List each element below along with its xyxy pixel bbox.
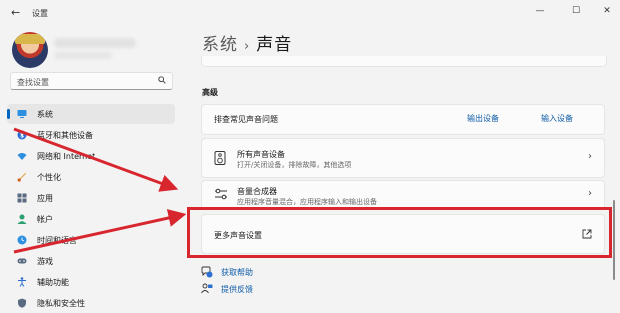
sidebar-item-label: 应用 <box>37 194 53 203</box>
accessibility-icon <box>18 277 26 287</box>
get-help-label: 获取帮助 <box>221 268 253 277</box>
accounts-icon <box>17 214 27 224</box>
chevron-right-icon: › <box>588 151 592 162</box>
volume-mixer-icon <box>215 188 227 200</box>
back-arrow-icon[interactable]: ← <box>11 6 20 19</box>
personalization-icon <box>17 172 27 182</box>
sidebar-item-label: 蓝牙和其他设备 <box>37 131 93 140</box>
close-button[interactable]: ✕ <box>594 4 620 18</box>
all-sound-devices-card[interactable]: 所有声音设备 打开/关闭设备，排除故障，其他选项 › <box>201 138 605 178</box>
breadcrumb-separator: › <box>244 39 251 54</box>
maximize-button[interactable]: ☐ <box>563 4 589 18</box>
chevron-right-icon: › <box>588 188 592 199</box>
sidebar-item-system[interactable]: 系统 <box>7 104 175 124</box>
search-input[interactable]: 查找设置 <box>10 72 173 90</box>
sidebar-item-label: 个性化 <box>37 173 61 182</box>
sidebar-item-apps[interactable]: 应用 <box>7 188 175 208</box>
user-email-redacted <box>54 52 112 59</box>
search-placeholder: 查找设置 <box>17 78 49 87</box>
sidebar-item-label: 系统 <box>37 110 53 119</box>
volume-mixer-title: 音量合成器 <box>237 187 277 196</box>
sidebar-item-label: 隐私和安全性 <box>37 299 85 308</box>
all-sound-devices-title: 所有声音设备 <box>237 150 285 159</box>
breadcrumb-parent[interactable]: 系统 <box>202 35 238 55</box>
previous-card-fragment <box>201 56 607 67</box>
output-devices-button[interactable]: 输出设备 <box>467 113 499 124</box>
sidebar-item-accessibility[interactable]: 辅助功能 <box>7 272 175 292</box>
help-icon <box>201 266 213 278</box>
app-title: 设置 <box>32 9 48 18</box>
breadcrumb-current: 声音 <box>256 35 293 55</box>
sidebar-item-label: 帐户 <box>37 215 53 224</box>
time-language-icon <box>17 235 27 245</box>
scrollbar-thumb[interactable] <box>613 200 615 280</box>
speaker-device-icon <box>214 151 226 165</box>
bluetooth-icon <box>17 130 27 140</box>
sidebar-item-gaming[interactable]: 游戏 <box>7 251 175 271</box>
feedback-icon <box>201 283 213 294</box>
title-bar: ← 设置 — ☐ ✕ <box>0 0 620 26</box>
sidebar-item-personalization[interactable]: 个性化 <box>7 167 175 187</box>
sidebar-item-network[interactable]: 网络和 Internet <box>7 146 175 166</box>
annotation-highlight-box <box>187 207 612 258</box>
avatar[interactable] <box>12 32 48 68</box>
all-sound-devices-subtitle: 打开/关闭设备，排除故障，其他选项 <box>237 161 352 169</box>
section-heading-advanced: 高级 <box>202 88 218 97</box>
sidebar-item-accounts[interactable]: 帐户 <box>7 209 175 229</box>
sidebar-item-label: 时间和语言 <box>37 236 77 245</box>
user-name-redacted <box>54 38 136 48</box>
feedback-label: 提供反馈 <box>221 285 253 294</box>
sidebar-item-bluetooth[interactable]: 蓝牙和其他设备 <box>7 125 175 145</box>
search-icon[interactable] <box>158 76 166 84</box>
troubleshoot-card: 排查常见声音问题 输出设备 输入设备 <box>201 104 605 135</box>
privacy-icon <box>18 298 26 308</box>
gaming-icon <box>17 258 27 264</box>
sidebar-item-time-language[interactable]: 时间和语言 <box>7 230 175 250</box>
sidebar: 查找设置 系统 蓝牙和其他设备 网络和 Internet 个性化 应用 帐户 时… <box>0 26 185 309</box>
troubleshoot-title: 排查常见声音问题 <box>214 115 278 124</box>
active-indicator <box>7 109 10 119</box>
network-icon <box>17 153 27 160</box>
sidebar-item-label: 游戏 <box>37 257 53 266</box>
volume-mixer-card[interactable]: 音量合成器 应用程序音量混合，应用程序输入和输出设备 › <box>201 180 605 210</box>
input-devices-button[interactable]: 输入设备 <box>541 113 573 124</box>
sidebar-item-privacy[interactable]: 隐私和安全性 <box>7 293 175 313</box>
minimize-button[interactable]: — <box>527 4 553 18</box>
sidebar-item-label: 辅助功能 <box>37 278 69 287</box>
apps-icon <box>17 193 27 203</box>
page-title: 系统 › 声音 <box>202 30 292 55</box>
system-icon <box>17 110 27 118</box>
volume-mixer-subtitle: 应用程序音量混合，应用程序输入和输出设备 <box>237 198 377 206</box>
sidebar-item-label: 网络和 Internet <box>37 152 96 161</box>
